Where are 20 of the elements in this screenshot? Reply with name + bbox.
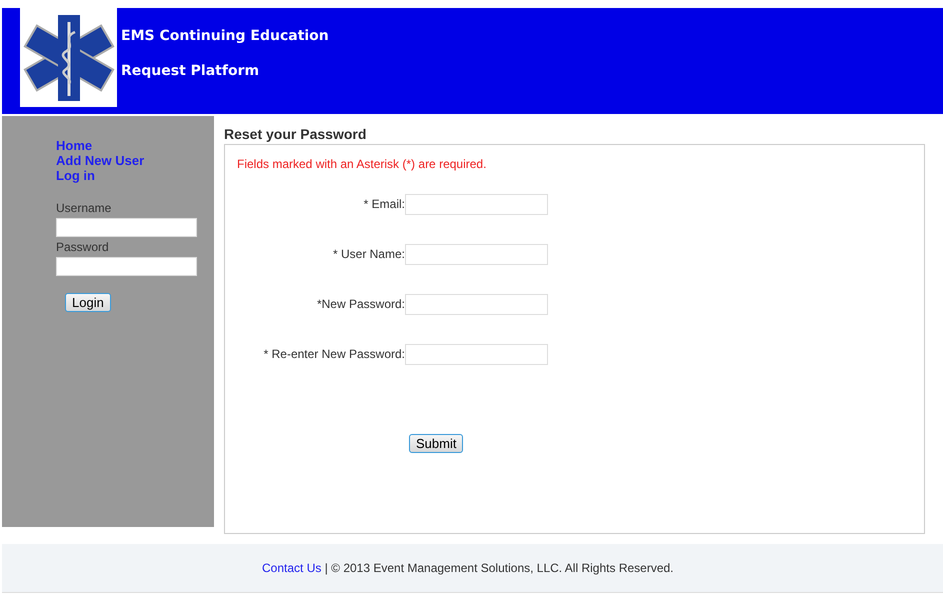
site-title: EMS Continuing Education [121,28,329,46]
field-label: * Re-enter New Password: [264,347,405,361]
site-title: Request Platform [121,63,260,81]
input-field[interactable] [405,194,548,214]
input-field[interactable] [405,344,548,364]
page-heading: Reset your Password [224,125,368,144]
field-label: Username [56,201,112,216]
field-label: *New Password: [316,297,405,311]
contact-link[interactable]: Contact Us [262,561,322,575]
field-label: * User Name: [332,247,405,261]
field-label: * Email: [364,197,405,211]
required-notice: Fields marked with an Asterisk (*) are required. [236,156,488,173]
login-button[interactable]: Login [65,293,111,312]
input-field[interactable] [56,218,197,237]
copyright-text: | © 2013 Event Management Solutions, LLC. All Rights Reserved. [324,561,674,575]
input-field[interactable] [405,294,548,314]
submit-button[interactable]: Submit [409,434,464,453]
input-field[interactable] [56,257,197,276]
field-label: Password [56,240,110,255]
input-field[interactable] [405,244,548,264]
